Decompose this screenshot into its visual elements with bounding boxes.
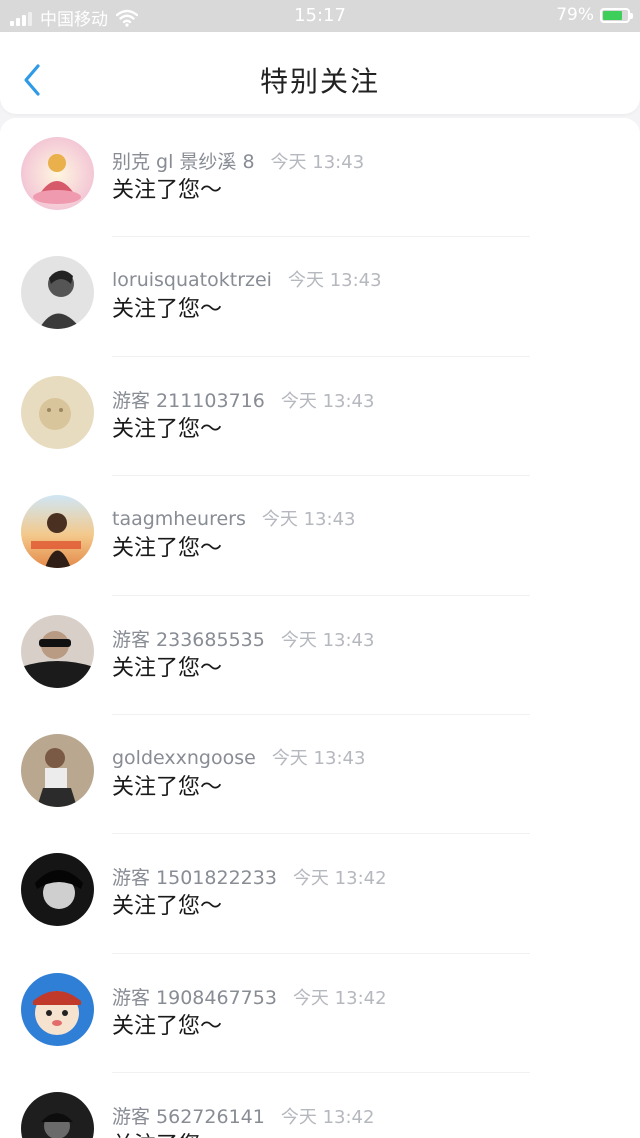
timestamp: 今天 13:42 xyxy=(292,868,387,890)
list-item[interactable]: taagmheurers 今天 13:43 关注了您～ xyxy=(0,476,640,596)
message-text: 关注了您～ xyxy=(112,774,223,800)
timestamp: 今天 13:43 xyxy=(270,152,365,173)
item-header: 游客 233685535 今天 13:43 xyxy=(112,625,374,652)
message-text: 关注了您～ xyxy=(112,297,223,323)
avatar[interactable] xyxy=(21,972,94,1046)
status-bar: 中国移动 15:17 79% xyxy=(0,0,640,32)
item-header: goldexxngoose 今天 13:43 xyxy=(112,744,365,770)
list-item[interactable]: 游客 1501822233 今天 13:42 关注了您～ xyxy=(0,834,640,954)
page-title: 特别关注 xyxy=(259,65,380,98)
avatar[interactable] xyxy=(21,137,94,210)
battery-percent: 79% xyxy=(556,5,594,25)
item-header: taagmheurers 今天 13:43 xyxy=(112,505,355,531)
username[interactable]: loruisquatoktrzei xyxy=(112,269,272,291)
timestamp: 今天 13:43 xyxy=(280,629,375,651)
item-header: 游客 562726141 今天 13:42 xyxy=(112,1102,374,1129)
timestamp: 今天 13:42 xyxy=(280,1107,375,1129)
list-item[interactable]: 游客 233685535 今天 13:43 关注了您～ xyxy=(0,596,640,715)
username[interactable]: 游客 1501822233 xyxy=(112,867,277,889)
list-item[interactable]: goldexxngoose 今天 13:43 关注了您～ xyxy=(0,715,640,835)
list-item[interactable]: 游客 562726141 今天 13:42 关注了您～ xyxy=(0,1073,640,1138)
item-header: 游客 1501822233 今天 13:42 xyxy=(112,863,387,890)
list-item[interactable]: 别克 gl 景纱溪 8 今天 13:43 关注了您～ xyxy=(0,118,640,238)
nav-bar: 特别关注 xyxy=(0,32,640,114)
timestamp: 今天 13:43 xyxy=(271,747,366,769)
timestamp: 今天 13:43 xyxy=(261,509,356,531)
list-item[interactable]: loruisquatoktrzei 今天 13:43 关注了您～ xyxy=(0,237,640,357)
username[interactable]: 游客 211103716 xyxy=(112,390,265,412)
message-text: 关注了您～ xyxy=(112,1127,222,1138)
avatar[interactable] xyxy=(21,1092,94,1138)
username[interactable]: 游客 233685535 xyxy=(112,629,265,651)
message-text: 关注了您～ xyxy=(112,1013,223,1039)
username[interactable]: 游客 562726141 xyxy=(112,1106,265,1128)
message-text: 关注了您～ xyxy=(112,178,223,203)
avatar[interactable] xyxy=(21,614,94,688)
avatar[interactable] xyxy=(21,733,94,807)
item-header: loruisquatoktrzei 今天 13:43 xyxy=(112,266,382,292)
status-right: 79% xyxy=(556,5,633,25)
item-header: 游客 211103716 今天 13:43 xyxy=(112,386,374,413)
timestamp: 今天 13:43 xyxy=(280,390,375,412)
username[interactable]: taagmheurers xyxy=(112,508,246,530)
item-header: 游客 1908467753 今天 13:42 xyxy=(112,983,387,1010)
username[interactable]: goldexxngoose xyxy=(112,747,256,769)
item-header: 别克 gl 景纱溪 8 今天 13:43 xyxy=(112,147,364,174)
username[interactable]: 游客 1908467753 xyxy=(112,987,277,1009)
list-item[interactable]: 游客 211103716 今天 13:43 关注了您～ xyxy=(0,357,640,477)
follow-list: 别克 gl 景纱溪 8 今天 13:43 关注了您～ loruisquatoktr… xyxy=(0,118,640,1138)
message-text: 关注了您～ xyxy=(112,655,223,681)
message-text: 关注了您～ xyxy=(112,894,223,920)
message-text: 关注了您～ xyxy=(112,416,223,442)
avatar[interactable] xyxy=(21,853,94,927)
avatar[interactable] xyxy=(21,256,94,330)
timestamp: 今天 13:42 xyxy=(292,987,387,1009)
avatar[interactable] xyxy=(21,375,94,449)
list-item[interactable]: 游客 1908467753 今天 13:42 关注了您～ xyxy=(0,954,640,1074)
battery-icon xyxy=(600,7,633,23)
timestamp: 今天 13:43 xyxy=(287,270,382,292)
username[interactable]: 别克 gl 景纱溪 8 xyxy=(112,151,255,173)
status-time: 15:17 xyxy=(294,5,346,26)
message-text: 关注了您～ xyxy=(112,536,223,562)
avatar[interactable] xyxy=(21,495,94,569)
